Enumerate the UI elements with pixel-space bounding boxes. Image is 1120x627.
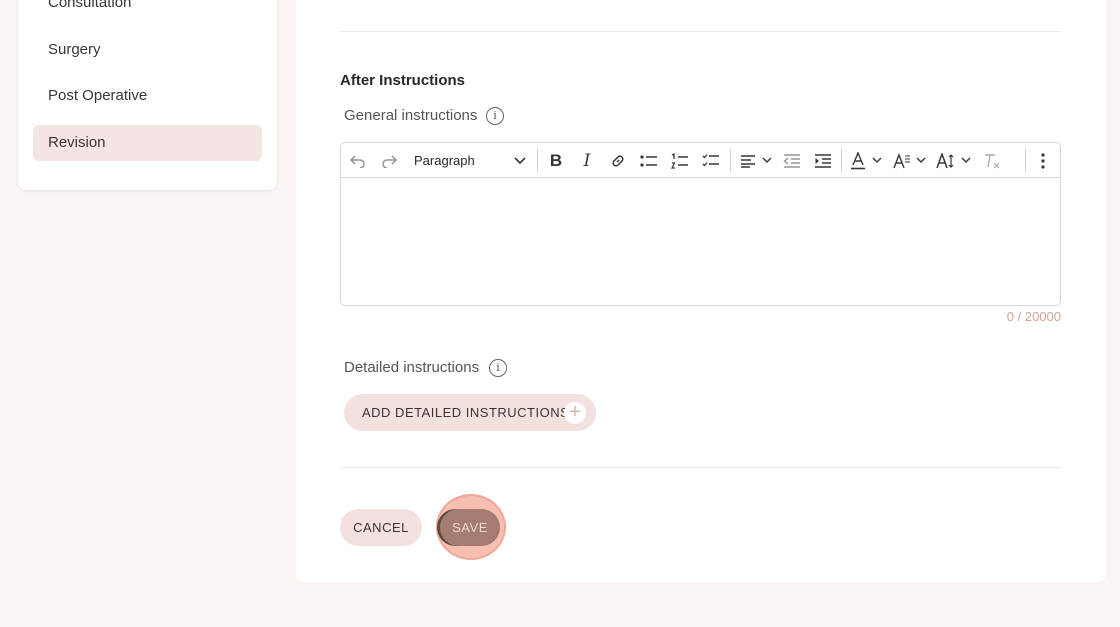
chevron-down-icon[interactable] xyxy=(915,143,927,178)
editor-toolbar: Paragraph B I xyxy=(341,143,1060,178)
chevron-down-icon[interactable] xyxy=(960,143,972,178)
main-card: After Instructions General instructions … xyxy=(296,0,1106,582)
bold-icon[interactable]: B xyxy=(545,143,567,178)
numbered-list-icon[interactable] xyxy=(669,143,691,178)
clear-formatting-icon[interactable] xyxy=(981,143,1003,178)
info-icon[interactable]: i xyxy=(486,107,504,125)
chevron-down-icon[interactable] xyxy=(761,143,773,178)
divider xyxy=(340,467,1061,468)
align-left-icon[interactable] xyxy=(737,143,759,178)
general-instructions-editor[interactable]: Paragraph B I xyxy=(340,142,1061,306)
block-format-select[interactable]: Paragraph xyxy=(414,143,475,178)
toolbar-separator xyxy=(537,149,538,172)
link-icon[interactable] xyxy=(607,143,629,178)
editor-content-area[interactable] xyxy=(341,179,1060,305)
redo-icon[interactable] xyxy=(378,143,400,178)
add-detailed-instructions-button[interactable]: ADD DETAILED INSTRUCTIONS + xyxy=(344,394,596,431)
bullet-list-icon[interactable] xyxy=(638,143,660,178)
info-icon[interactable]: i xyxy=(489,359,507,377)
font-size-icon[interactable] xyxy=(935,143,957,178)
sidebar-item-revision[interactable]: Revision xyxy=(33,125,262,161)
toolbar-separator xyxy=(1025,149,1026,172)
toolbar-separator xyxy=(841,149,842,172)
outdent-icon[interactable] xyxy=(781,143,803,178)
plus-icon: + xyxy=(564,402,586,424)
cancel-button[interactable]: CANCEL xyxy=(340,509,422,546)
chevron-down-icon[interactable] xyxy=(871,143,883,178)
sidebar-card: Consultation Surgery Post Operative Revi… xyxy=(18,0,277,190)
save-button[interactable]: SAVE xyxy=(440,509,500,546)
indent-icon[interactable] xyxy=(812,143,834,178)
font-family-icon[interactable] xyxy=(891,143,913,178)
sidebar-item-surgery[interactable]: Surgery xyxy=(33,32,262,68)
sidebar-item-consultation[interactable]: Consultation xyxy=(33,0,262,21)
character-counter: 0 / 20000 xyxy=(1006,309,1061,324)
toolbar-separator xyxy=(730,149,731,172)
font-color-icon[interactable] xyxy=(848,143,868,178)
detailed-instructions-label: Detailed instructions xyxy=(344,359,480,376)
divider xyxy=(340,31,1061,32)
todo-list-icon[interactable] xyxy=(700,143,722,178)
sidebar-item-post-operative[interactable]: Post Operative xyxy=(33,78,262,114)
more-options-icon[interactable] xyxy=(1033,143,1053,178)
chevron-down-icon[interactable] xyxy=(513,143,527,178)
add-detailed-instructions-label: ADD DETAILED INSTRUCTIONS xyxy=(362,405,570,420)
general-instructions-label: General instructions xyxy=(344,107,478,124)
italic-icon[interactable]: I xyxy=(576,143,598,178)
undo-icon[interactable] xyxy=(347,143,369,178)
section-title: After Instructions xyxy=(340,72,466,89)
